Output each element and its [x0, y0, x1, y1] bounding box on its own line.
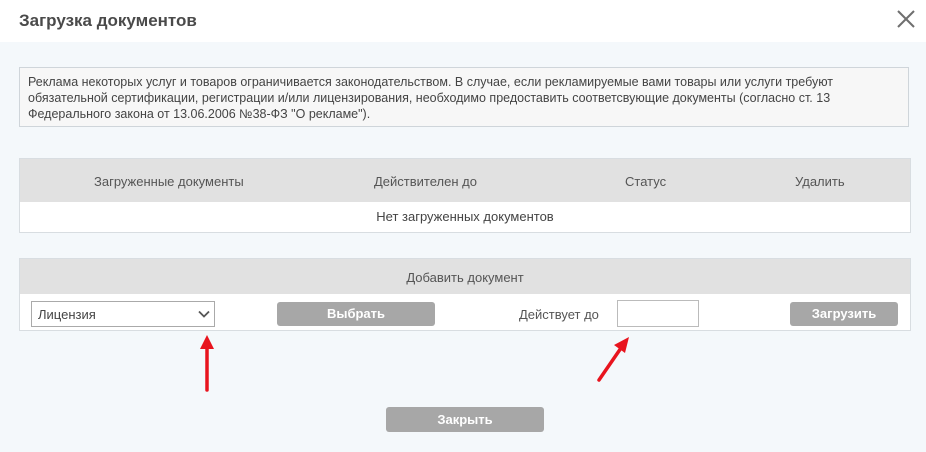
chevron-down-icon: [198, 310, 210, 318]
red-arrow-icon: [200, 335, 214, 392]
valid-until-input[interactable]: [617, 300, 699, 327]
red-arrow-icon: [597, 337, 629, 382]
upload-button[interactable]: Загрузить: [790, 302, 898, 326]
uploaded-documents-table: Загруженные документы Действителен до Ст…: [19, 158, 911, 233]
choose-file-button[interactable]: Выбрать: [277, 302, 435, 326]
column-header-delete: Удалить: [795, 174, 845, 189]
add-document-panel: Добавить документ Лицензия Выбрать Дейст…: [19, 258, 911, 331]
close-button[interactable]: Закрыть: [386, 407, 544, 432]
document-type-select[interactable]: Лицензия: [31, 301, 215, 327]
add-document-title: Добавить документ: [20, 259, 910, 294]
close-icon[interactable]: [895, 8, 917, 30]
column-header-documents: Загруженные документы: [94, 174, 244, 189]
legal-notice: Реклама некоторых услуг и товаров ограни…: [19, 67, 909, 127]
valid-until-label: Действует до: [519, 307, 599, 322]
table-header: Загруженные документы Действителен до Ст…: [20, 159, 910, 202]
dialog-titlebar: Загрузка документов: [0, 0, 926, 42]
document-type-value: Лицензия: [38, 307, 96, 322]
column-header-valid-until: Действителен до: [374, 174, 477, 189]
empty-table-message: Нет загруженных документов: [376, 209, 554, 224]
column-header-status: Статус: [625, 174, 667, 189]
dialog-title: Загрузка документов: [19, 11, 197, 30]
